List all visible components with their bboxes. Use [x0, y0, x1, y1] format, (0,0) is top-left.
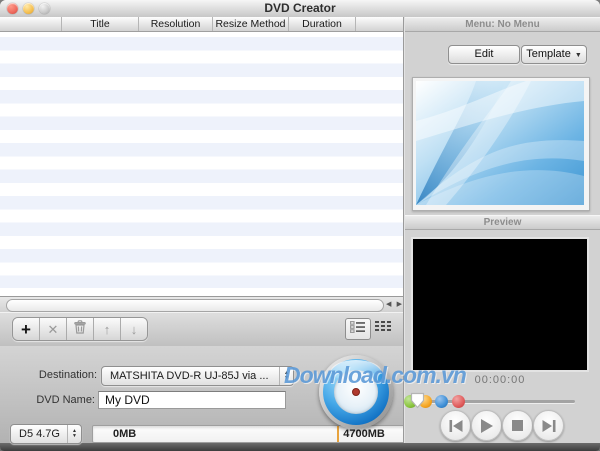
disc-type-dropdown[interactable]: D5 4.7G ▲ ▼	[10, 424, 82, 444]
zoom-button[interactable]	[39, 3, 50, 14]
stepper-down-icon: ▼	[284, 376, 289, 381]
seek-track[interactable]	[407, 400, 575, 403]
dvd-name-input[interactable]	[98, 391, 286, 409]
menu-template-preview	[412, 77, 590, 211]
destination-label: Destination:	[0, 369, 97, 381]
stop-icon	[512, 420, 523, 431]
previous-button[interactable]	[440, 410, 471, 441]
video-preview	[413, 239, 587, 370]
play-button[interactable]	[471, 410, 502, 441]
burn-button[interactable]	[319, 355, 393, 429]
menu-section-header: Menu: No Menu	[405, 17, 600, 32]
trash-icon	[74, 320, 86, 339]
column-thumbnail[interactable]	[0, 17, 62, 31]
template-waves-image	[416, 81, 584, 205]
play-icon	[481, 419, 493, 433]
list-view-icon	[350, 320, 366, 338]
dvd-name-label: DVD Name:	[0, 394, 95, 406]
column-duration[interactable]: Duration	[289, 17, 356, 31]
playback-time: 00:00:00	[440, 374, 560, 386]
stepper-down-icon: ▼	[72, 434, 77, 439]
chapter-dot-red	[452, 395, 465, 408]
capacity-limit-marker	[337, 426, 339, 442]
scroll-right-icon[interactable]: ▶	[397, 299, 402, 310]
chapter-dot-blue	[435, 395, 448, 408]
hscrollbar-track[interactable]	[6, 299, 384, 312]
edit-button-group: + ✕ ↑ ↓	[12, 317, 148, 341]
template-button-label: Template	[526, 48, 571, 60]
skip-back-icon	[449, 420, 463, 432]
hscrollbar-arrows: ◀ ▶	[386, 299, 402, 310]
move-up-button[interactable]: ↑	[94, 318, 121, 340]
template-button[interactable]: Template ▼	[521, 45, 587, 64]
preview-section-header: Preview	[405, 215, 600, 230]
stop-button[interactable]	[502, 410, 533, 441]
title-list[interactable]	[0, 32, 403, 297]
capacity-total-label: 4700MB	[343, 427, 385, 441]
scroll-left-icon[interactable]: ◀	[386, 299, 391, 310]
titlebar: DVD Creator	[0, 0, 600, 18]
dropdown-arrow-icon: ▼	[575, 52, 582, 59]
minimize-button[interactable]	[23, 3, 34, 14]
disc-type-stepper[interactable]: ▲ ▼	[67, 425, 81, 443]
list-toolbar: + ✕ ↑ ↓	[0, 312, 403, 347]
close-button[interactable]	[7, 3, 18, 14]
disc-hub-dot	[352, 388, 360, 396]
column-title[interactable]: Title	[62, 17, 139, 31]
edit-menu-button-label: Edit	[475, 48, 494, 60]
clear-list-button[interactable]	[67, 318, 94, 340]
destination-value: MATSHITA DVD-R UJ-85J via ...	[102, 370, 279, 382]
plus-icon: +	[21, 321, 31, 338]
arrow-down-icon: ↓	[131, 323, 138, 336]
move-down-button[interactable]: ↓	[121, 318, 147, 340]
detail-view-button[interactable]	[345, 318, 371, 340]
thumbnail-view-button[interactable]	[371, 318, 395, 338]
playhead-marker[interactable]	[410, 392, 425, 414]
column-spacer	[356, 17, 403, 31]
destination-dropdown[interactable]: MATSHITA DVD-R UJ-85J via ... ▲ ▼	[101, 366, 294, 386]
skip-forward-icon	[542, 420, 556, 432]
x-icon: ✕	[48, 323, 59, 336]
table-header: Title Resolution Resize Method Duration	[0, 17, 403, 32]
window-bottom-edge	[0, 443, 600, 451]
disc-type-value: D5 4.7G	[11, 428, 67, 440]
add-file-button[interactable]: +	[13, 318, 40, 340]
next-button[interactable]	[533, 410, 564, 441]
remove-file-button[interactable]: ✕	[40, 318, 67, 340]
dvd-creator-window: DVD Creator Title Resolution Resize Meth…	[0, 0, 600, 451]
arrow-up-icon: ↑	[104, 323, 111, 336]
destination-stepper[interactable]: ▲ ▼	[279, 367, 293, 385]
burn-button-gloss	[331, 360, 381, 382]
grid-view-icon	[375, 319, 391, 337]
capacity-used-label: 0MB	[113, 427, 136, 441]
edit-menu-button[interactable]: Edit	[448, 45, 520, 64]
column-resolution[interactable]: Resolution	[139, 17, 213, 31]
hscrollbar-row: ◀ ▶	[0, 297, 403, 312]
window-title: DVD Creator	[0, 0, 600, 17]
column-resize-method[interactable]: Resize Method	[213, 17, 289, 31]
